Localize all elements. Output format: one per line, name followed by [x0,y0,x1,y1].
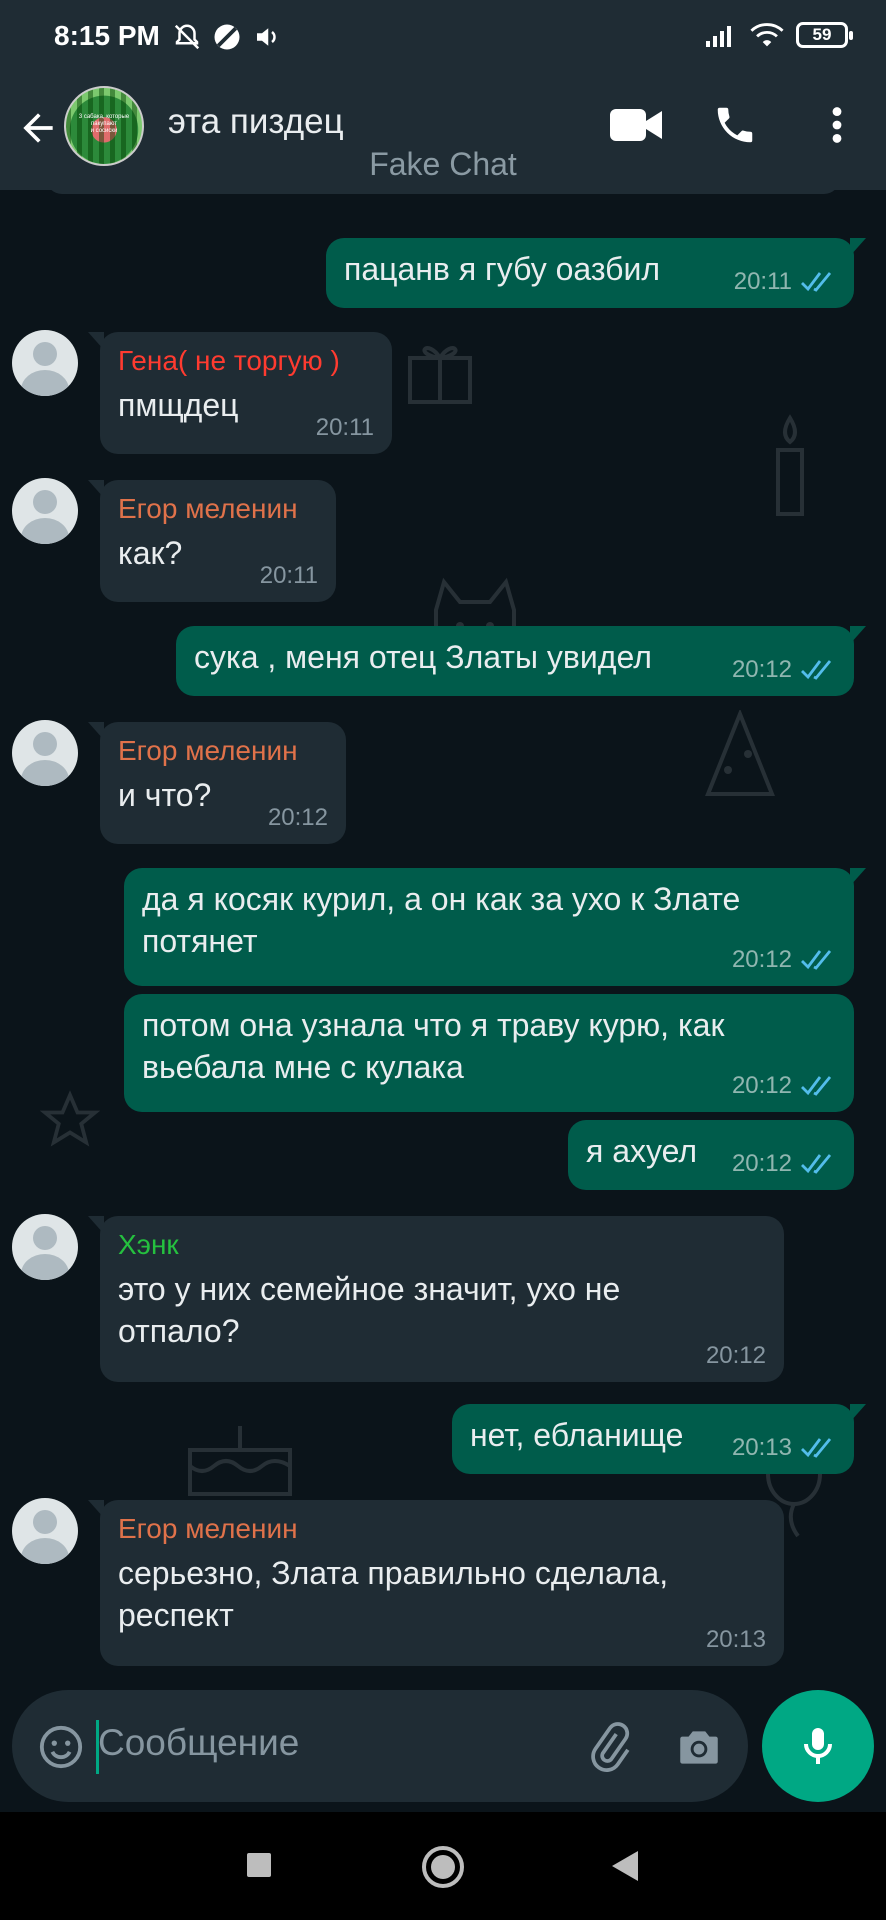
mic-icon [804,1728,832,1764]
voice-call-icon [717,107,753,143]
outgoing-message[interactable]: нет, ебланище 20:13 [452,1404,866,1474]
sender-name[interactable]: Хэнк [118,1228,766,1262]
camera-icon[interactable] [674,1722,724,1772]
outgoing-message[interactable]: да я косяк курил, а он как за ухо к Злат… [124,868,866,986]
battery-indicator: 59 [796,22,853,48]
emoji-icon[interactable] [38,1724,84,1770]
mic-button[interactable] [762,1690,874,1802]
doodle-cake-icon [188,1426,292,1496]
sender-name[interactable]: Егор меленин [118,734,328,768]
avatar[interactable] [12,1498,78,1564]
sender-name[interactable]: Егор меленин [118,1512,766,1546]
status-time: 8:15 PM [54,20,160,51]
nav-back-icon[interactable] [608,1848,642,1884]
chat-title[interactable]: эта пиздец [168,102,344,142]
outgoing-message[interactable]: пацанв я губу оазбил 20:11 [326,238,866,308]
sender-name[interactable]: Егор меленин [118,492,318,526]
message-text: серьезно, Злата правильно сделала, респе… [118,1555,669,1633]
doodle-party-hat-icon [705,710,775,796]
back-arrow-icon [23,113,53,143]
avatar[interactable] [12,330,78,396]
double-check-icon [801,950,832,970]
message-input[interactable]: Сообщение [98,1722,299,1764]
double-check-icon [801,1076,832,1096]
avatar[interactable] [12,720,78,786]
message-time: 20:13 [731,1434,792,1461]
avatar-caption: 3 сабака, которые пакупают и сосиски [78,114,130,134]
message-time: 20:11 [315,414,374,441]
message-time: 20:12 [731,1150,792,1177]
double-check-icon [801,1438,832,1458]
message-time: 20:11 [259,562,318,589]
incoming-message[interactable]: Егор меленин и что? 20:12 [88,722,346,844]
volume-icon [257,28,276,46]
system-nav-bar [0,1812,886,1920]
attach-icon[interactable] [584,1722,634,1772]
double-check-icon [801,272,832,292]
message-time: 20:13 [705,1626,766,1653]
dnd-icon [214,24,240,50]
double-check-icon [801,1154,832,1174]
nav-circle-icon[interactable] [420,1844,466,1890]
signal-icon [706,26,731,47]
doodle-candle-icon [776,414,804,516]
message-input-bar[interactable]: Сообщение [12,1690,748,1802]
sender-name[interactable]: Гена( не торгую ) [118,344,374,378]
outgoing-message[interactable]: я ахуел 20:12 [568,1120,854,1190]
previous-message-edge [46,190,840,194]
status-bar: 8:15 PM 59 [0,0,886,78]
incoming-message[interactable]: Егор меленин серьезно, Злата правильно с… [88,1500,784,1666]
double-check-icon [801,660,832,680]
more-icon [832,107,842,143]
incoming-message[interactable]: Гена( не торгую ) пмщдец 20:11 [88,332,392,454]
doodle-gift-icon [408,346,472,404]
avatar[interactable] [12,478,78,544]
watermark: Fake Chat [369,146,517,182]
message-text: это у них семейное значит, ухо не отпало… [118,1271,621,1349]
incoming-message[interactable]: Хэнк это у них семейное значит, ухо не о… [88,1216,784,1382]
chat-area[interactable]: пацанв я губу оазбил 20:11 Гена( не торг… [0,190,886,1690]
message-time: 20:12 [705,1342,766,1369]
avatar[interactable] [12,1214,78,1280]
message-time: 20:11 [733,268,792,295]
message-time: 20:12 [731,1072,792,1099]
incoming-message[interactable]: Егор меленин как? 20:11 [88,480,336,602]
outgoing-message[interactable]: сука , меня отец Златы увидел 20:12 [176,626,866,696]
video-call-icon [610,109,662,141]
outgoing-message[interactable]: потом она узнала что я траву курю, как в… [124,994,854,1112]
doodle-star-icon [40,1090,100,1147]
message-time: 20:12 [267,804,328,831]
wifi-icon [750,23,784,47]
muted-bell-icon [174,24,200,50]
message-time: 20:12 [731,946,792,973]
nav-square-icon[interactable] [244,1850,274,1880]
message-time: 20:12 [731,656,792,683]
